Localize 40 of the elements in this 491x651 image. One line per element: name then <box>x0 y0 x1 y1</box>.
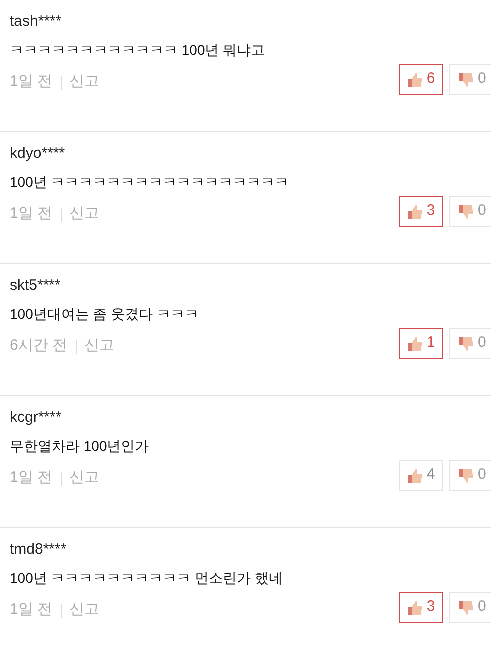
thumbs-up-icon <box>406 204 423 220</box>
timestamp: 6시간 전 <box>10 336 68 356</box>
dislike-button[interactable]: 0 <box>449 460 491 491</box>
report-link[interactable]: 신고 <box>84 335 115 358</box>
thumbs-down-icon <box>458 72 474 88</box>
timestamp: 1일 전 <box>10 468 53 488</box>
dislike-button[interactable]: 0 <box>449 328 491 359</box>
report-link[interactable]: 신고 <box>70 467 100 490</box>
dislike-button[interactable]: 0 <box>449 64 491 95</box>
thumbs-down-icon <box>458 600 474 616</box>
timestamp: 1일 전 <box>10 204 53 224</box>
thumbs-up-icon <box>406 600 423 616</box>
comment-text: ㅋㅋㅋㅋㅋㅋㅋㅋㅋㅋㅋㅋ 100년 뭐냐고 <box>10 41 266 60</box>
thumbs-up-icon <box>406 72 423 88</box>
report-link[interactable]: 신고 <box>70 203 100 226</box>
comment-text: 100년 ㅋㅋㅋㅋㅋㅋㅋㅋㅋㅋ 먼소린가 했네 <box>10 569 284 588</box>
thumbs-down-icon <box>458 468 474 484</box>
dislike-button[interactable]: 0 <box>449 196 491 227</box>
username: tash**** <box>10 12 62 32</box>
timestamp: 1일 전 <box>10 600 53 620</box>
thumbs-down-icon <box>458 336 474 352</box>
like-button[interactable]: 3 <box>399 592 443 623</box>
username: kcgr**** <box>10 408 62 428</box>
timestamp: 1일 전 <box>10 72 53 92</box>
report-link[interactable]: 신고 <box>70 599 100 622</box>
like-button[interactable]: 6 <box>399 64 443 95</box>
username: skt5**** <box>10 276 61 296</box>
comment-text: 100년대여는 좀 웃겼다 ㅋㅋㅋ <box>10 305 200 324</box>
like-button[interactable]: 3 <box>399 196 443 227</box>
thumbs-up-icon <box>406 336 423 352</box>
like-button[interactable]: 1 <box>399 328 443 359</box>
comment-text: 100년 ㅋㅋㅋㅋㅋㅋㅋㅋㅋㅋㅋㅋㅋㅋㅋㅋㅋ <box>10 173 290 192</box>
username: kdyo**** <box>10 144 66 164</box>
username: tmd8**** <box>10 540 67 560</box>
dislike-button[interactable]: 0 <box>449 592 491 623</box>
like-button[interactable]: 4 <box>399 460 443 491</box>
report-link[interactable]: 신고 <box>70 71 100 94</box>
comment-text: 무한열차라 100년인가 <box>10 437 150 456</box>
thumbs-down-icon <box>458 204 474 220</box>
thumbs-up-icon <box>406 468 423 484</box>
